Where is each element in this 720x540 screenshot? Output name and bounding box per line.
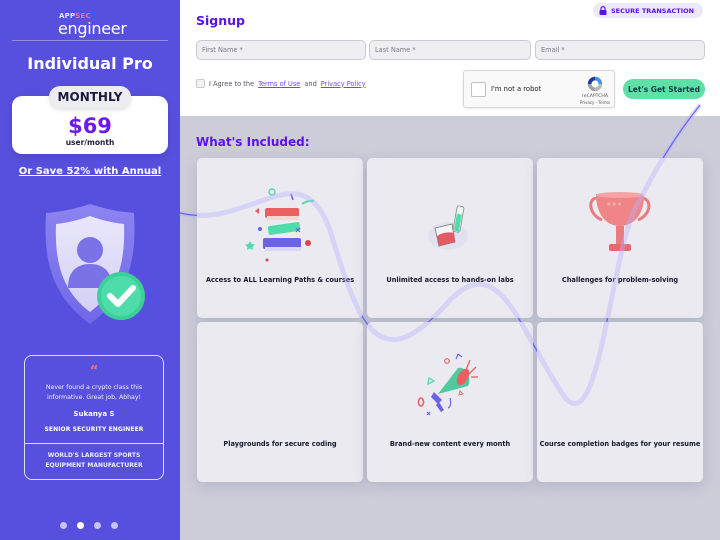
privacy-policy-link[interactable]: Privacy Policy	[321, 80, 366, 88]
feature-label: Brand-new content every month	[389, 440, 511, 448]
billing-period-badge: MONTHLY	[49, 86, 131, 108]
feature-label: Course completion badges for your resume	[539, 440, 701, 448]
feature-card: Brand-new content every month	[367, 322, 533, 482]
feature-card: Playgrounds for secure coding	[197, 322, 363, 482]
lock-icon	[599, 6, 607, 15]
feature-label: Unlimited access to hands-on labs	[386, 276, 514, 284]
testimonial-author: Sukanya S	[73, 410, 115, 418]
feature-card: Course completion badges for your resume	[537, 322, 703, 482]
shield-user-check-icon	[30, 200, 150, 330]
terms-checkbox[interactable]	[196, 79, 205, 88]
carousel-dot-active[interactable]	[77, 522, 84, 529]
testimonial-divider	[25, 443, 163, 444]
carousel-dot[interactable]	[60, 522, 67, 529]
agree-conjunction: and	[304, 79, 317, 88]
recaptcha-logo-icon	[587, 76, 603, 92]
carousel-dots	[60, 522, 118, 529]
feature-card: Access to ALL Learning Paths & courses	[197, 158, 363, 318]
annual-savings-link[interactable]: Or Save 52% with Annual	[0, 166, 180, 177]
testimonial-card: “ Never found a crypto class this inform…	[24, 355, 164, 480]
secure-transaction-label: SECURE TRANSACTION	[611, 6, 695, 15]
carousel-dot[interactable]	[111, 522, 118, 529]
feature-label: Access to ALL Learning Paths & courses	[205, 276, 355, 284]
lab-beaker-icon	[428, 205, 468, 250]
plan-sidebar: APPSEC engineer Individual Pro MONTHLY $…	[0, 0, 180, 540]
testimonial-role: SENIOR SECURITY ENGINEER	[44, 426, 144, 433]
svg-text:★★★: ★★★	[606, 201, 622, 208]
recaptcha-widget: I'm not a robot reCAPTCHA Privacy - Term…	[463, 70, 615, 108]
included-title: What's Included:	[196, 135, 310, 149]
books-icon	[245, 188, 315, 262]
testimonial-quote: Never found a crypto class this informat…	[45, 384, 143, 401]
recaptcha-checkbox[interactable]	[471, 82, 486, 97]
signup-form: Signup SECURE TRANSACTION I Agree to the…	[180, 0, 720, 116]
trophy-icon: ★★★	[589, 192, 651, 251]
plan-title: Individual Pro	[27, 54, 153, 73]
secure-transaction-badge: SECURE TRANSACTION	[593, 3, 704, 18]
price-unit: user/month	[65, 138, 115, 147]
recaptcha-brand: reCAPTCHA	[581, 94, 609, 99]
recaptcha-privacy-terms[interactable]: Privacy - Terms	[576, 100, 614, 105]
last-name-input[interactable]	[369, 40, 531, 60]
feature-label: Playgrounds for secure coding	[223, 440, 337, 448]
agree-prefix: I Agree to the	[209, 79, 255, 88]
testimonial-company: WORLD'S LARGEST SPORTS EQUIPMENT MANUFAC…	[45, 452, 143, 469]
sidebar-divider	[12, 40, 168, 41]
signup-title: Signup	[196, 13, 245, 28]
price-value: $69	[68, 114, 112, 138]
quote-icon: “	[89, 364, 99, 379]
feature-card: ★★★ Challenges for problem-solving	[537, 158, 703, 318]
terms-agreement: I Agree to the Terms of Use and Privacy …	[196, 79, 366, 88]
get-started-button[interactable]: Let's Get Started	[623, 79, 705, 99]
megaphone-icon	[417, 353, 478, 416]
email-input[interactable]	[535, 40, 705, 60]
recaptcha-label: I'm not a robot	[491, 85, 542, 93]
terms-of-use-link[interactable]: Terms of Use	[258, 80, 300, 88]
logo-wordmark: engineer	[58, 19, 127, 38]
first-name-input[interactable]	[196, 40, 366, 60]
feature-card: Unlimited access to hands-on labs	[367, 158, 533, 318]
carousel-dot[interactable]	[94, 522, 101, 529]
feature-label: Challenges for problem-solving	[561, 276, 679, 284]
